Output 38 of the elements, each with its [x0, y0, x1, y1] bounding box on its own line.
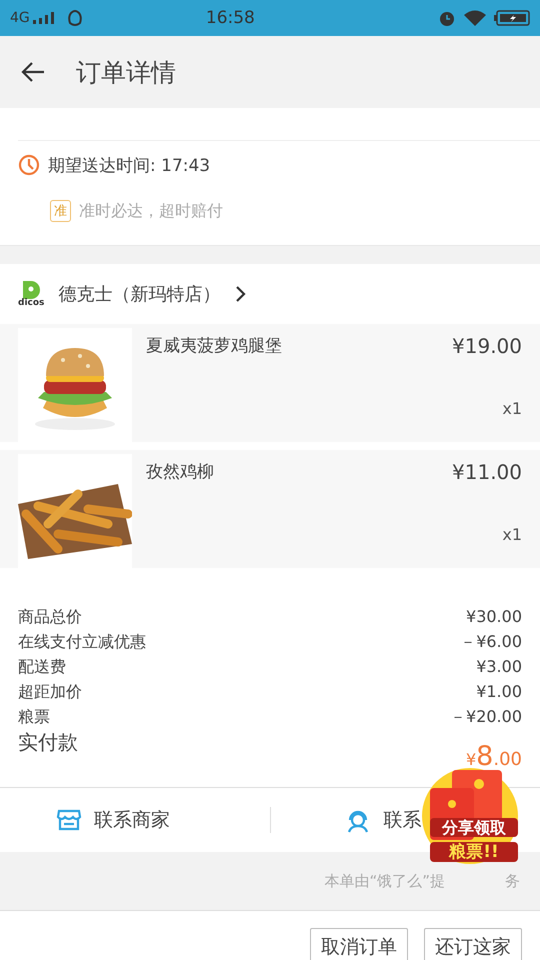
fee-label: 粮票: [18, 706, 50, 728]
fee-label: 配送费: [18, 656, 66, 678]
on-time-badge: 准: [50, 200, 71, 222]
fee-amount: ¥1.00: [476, 681, 522, 703]
clock-icon: [18, 154, 40, 176]
item-quantity: x1: [502, 399, 522, 418]
network-indicator: 4G: [10, 10, 57, 26]
back-arrow-icon[interactable]: [20, 61, 46, 83]
fee-label: 商品总价: [18, 606, 82, 628]
fee-amount: ¥3.00: [476, 656, 522, 678]
item-quantity: x1: [502, 525, 522, 544]
delivery-time: 期望送达时间: 17:43: [48, 154, 210, 176]
item-price: ¥19.00: [452, 334, 522, 358]
clock-time: 16:58: [204, 8, 256, 28]
contact-button[interactable]: 联系商家: [0, 806, 270, 834]
battery-icon: [494, 10, 530, 26]
total-amount: ¥8.00: [466, 741, 522, 772]
chevron-right-icon[interactable]: [234, 285, 246, 303]
item-price: ¥11.00: [452, 460, 522, 484]
page-title: 订单详情: [76, 56, 176, 88]
on-time-promise: 准时必达，超时赔付: [79, 200, 223, 222]
action-button[interactable]: 还订这家: [424, 928, 522, 960]
wifi-icon: [464, 10, 486, 26]
fee-amount: －¥6.00: [460, 631, 522, 653]
action-button[interactable]: 取消订单: [310, 928, 408, 960]
alarm-icon: [438, 9, 456, 27]
item-name: 孜然鸡柳: [145, 461, 215, 484]
fee-amount: ¥30.00: [466, 606, 522, 628]
service-note: 本单由“饿了么”提: [324, 872, 445, 890]
fee-label: 在线支付立减优惠: [18, 631, 146, 653]
item-name: 夏威夷菠萝鸡腿堡: [145, 335, 283, 358]
store-logo: dicos: [18, 280, 44, 308]
fee-label: 超距加价: [18, 681, 82, 703]
total-label: 实付款: [18, 729, 78, 756]
shop-icon: [56, 808, 82, 832]
service-note: 务: [505, 872, 520, 890]
fee-amount: －¥20.00: [450, 706, 522, 728]
store-name[interactable]: 德克士（新玛特店）: [58, 282, 220, 306]
